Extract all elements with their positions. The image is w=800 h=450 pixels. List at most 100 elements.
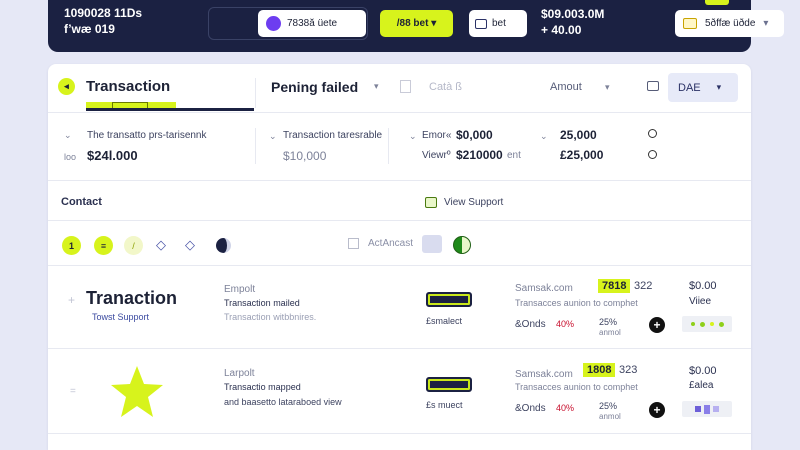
header-divider bbox=[48, 112, 751, 113]
row-thumbnail[interactable] bbox=[682, 401, 732, 417]
diamond-icon[interactable]: ◇ bbox=[156, 237, 166, 253]
row-status-text: £smalect bbox=[426, 316, 463, 326]
row-status-text: £s muect bbox=[426, 400, 463, 410]
toggle-icon[interactable] bbox=[453, 236, 471, 254]
row-merchant-desc: Transacces aunion to comphet bbox=[515, 382, 638, 392]
summary-divider bbox=[255, 128, 256, 164]
row-divider bbox=[48, 348, 751, 349]
row-meta-3: Transaction witbbnires. bbox=[224, 312, 317, 322]
row-title: Tranaction bbox=[86, 288, 178, 308]
chevron-down-icon: ⌄ bbox=[269, 131, 277, 141]
row-merchant[interactable]: Samsak.com bbox=[515, 283, 573, 294]
row-percent: 40% bbox=[556, 319, 575, 329]
row-small-desc: anmol bbox=[599, 328, 621, 337]
dot-icon bbox=[718, 321, 724, 327]
row-subtitle[interactable]: Towst Support bbox=[92, 312, 149, 322]
balance-total: $09.003.0M bbox=[541, 7, 605, 21]
chevron-down-icon: ▾ bbox=[716, 82, 722, 92]
toolbar-icon-number[interactable]: 1 bbox=[62, 236, 81, 255]
tab-active-underline bbox=[86, 108, 254, 111]
toolbar-divider bbox=[48, 265, 751, 266]
tab-pending-failed[interactable]: Pening failed bbox=[271, 79, 358, 95]
view-support-link[interactable]: View Support bbox=[444, 197, 503, 208]
diamond-icon[interactable]: ◇ bbox=[185, 237, 195, 253]
wallet-selector-label: 5ðffæ üðde bbox=[705, 18, 756, 29]
chat-icon[interactable] bbox=[647, 81, 659, 91]
theme-icon[interactable] bbox=[216, 238, 231, 253]
contact-heading: Contact bbox=[61, 196, 102, 208]
balance-display: $09.003.0M + 40.00 bbox=[541, 6, 604, 38]
dot-icon bbox=[690, 322, 695, 326]
chevron-down-icon: ⌄ bbox=[64, 130, 72, 140]
bet-dropdown[interactable]: bet bbox=[469, 10, 527, 37]
row-percent-label: &Onds bbox=[515, 319, 546, 330]
row-price-label: £alea bbox=[689, 380, 714, 391]
summary-prefix: loo bbox=[64, 152, 77, 162]
summary-value-3a: $0,000 bbox=[456, 128, 493, 142]
card-icon bbox=[475, 18, 487, 29]
account-summary: 1090028 11Ds f’wæ 019 bbox=[64, 5, 142, 37]
wallet-selector[interactable]: 5ðffæ üðde ▾ bbox=[675, 10, 784, 37]
currency-select-value: DAE bbox=[678, 81, 701, 94]
summary-value-4a: 25,000 bbox=[560, 128, 597, 142]
clock-icon bbox=[648, 150, 657, 159]
add-icon[interactable]: + bbox=[649, 402, 665, 418]
account-pill-label: 7838ă üete bbox=[287, 18, 338, 29]
square-icon bbox=[704, 404, 710, 414]
summary-label-1: The transatto prs-tarisennk bbox=[87, 130, 207, 141]
tab-transaction[interactable]: Transaction bbox=[86, 78, 170, 95]
summary-divider-bottom bbox=[48, 180, 751, 181]
list-icon[interactable]: ≡ bbox=[94, 236, 113, 255]
chevron-down-icon[interactable]: ▾ bbox=[605, 82, 610, 93]
row-meta-1: Larpolt bbox=[224, 368, 255, 379]
row-meta-1: Empolt bbox=[224, 284, 256, 295]
summary-label-3b: Viewrº bbox=[422, 150, 451, 161]
edit-icon[interactable]: / bbox=[124, 236, 143, 255]
action-text[interactable]: ActAncast bbox=[368, 238, 413, 249]
support-icon bbox=[425, 197, 437, 208]
square-icon bbox=[695, 406, 701, 412]
row-code-tail: 322 bbox=[634, 280, 653, 292]
wallet-icon bbox=[683, 18, 697, 29]
row-percent-label: &Onds bbox=[515, 403, 546, 414]
dot-icon bbox=[699, 321, 705, 327]
tab-amount[interactable]: Amout bbox=[550, 81, 582, 93]
row-meta-2: Transactio mapped bbox=[224, 382, 301, 392]
square-icon bbox=[713, 406, 719, 412]
account-sub: f’wæ 019 bbox=[64, 22, 115, 36]
chevron-down-icon: ⌄ bbox=[540, 131, 548, 141]
row-thumbnail[interactable] bbox=[682, 316, 732, 332]
row-merchant[interactable]: Samsak.com bbox=[515, 369, 573, 380]
row-add-icon[interactable]: + bbox=[68, 293, 75, 307]
row-drag-icon[interactable]: = bbox=[70, 386, 76, 397]
add-icon[interactable]: + bbox=[649, 317, 665, 333]
checkbox-icon[interactable] bbox=[348, 238, 359, 249]
bet-button[interactable]: /88 bet ▾ bbox=[380, 10, 453, 37]
tab-divider bbox=[255, 78, 256, 108]
account-pill[interactable]: 7838ă üete bbox=[258, 10, 366, 37]
bet-dropdown-label: bet bbox=[492, 18, 506, 29]
image-icon[interactable] bbox=[422, 235, 442, 253]
row-code-chip: 7818 bbox=[598, 279, 631, 293]
chevron-down-icon: ⌄ bbox=[409, 131, 417, 141]
row-merchant-desc: Transacces aunion to comphet bbox=[515, 298, 638, 308]
clock-icon bbox=[648, 129, 657, 138]
top-bar: 1090028 11Ds f’wæ 019 7838ă üete /88 bet… bbox=[48, 0, 784, 52]
chevron-down-icon[interactable]: ▾ bbox=[374, 81, 379, 92]
row-code-tail: 323 bbox=[619, 364, 638, 376]
currency-select[interactable]: DAE ▾ bbox=[668, 73, 738, 102]
row-price-label: Viiee bbox=[689, 296, 712, 307]
row-meta-2: Transaction mailed bbox=[224, 298, 300, 308]
summary-label-2: Transaction taresrable bbox=[283, 130, 383, 141]
row-small-pct: 25% bbox=[599, 317, 618, 327]
summary-divider bbox=[388, 128, 389, 164]
transactions-panel: ◂ Transaction Pening failed ▾ Catà ß Amo… bbox=[48, 64, 751, 450]
tab-cat[interactable]: Catà ß bbox=[429, 81, 462, 93]
summary-value-2: $10,000 bbox=[283, 149, 327, 163]
row-meta-3: and baasetto lataraboed view bbox=[224, 397, 342, 407]
row-status-tag bbox=[426, 377, 472, 392]
contact-divider bbox=[48, 220, 751, 221]
row-price: $0.00 bbox=[689, 365, 717, 377]
summary-value-4b: £25,000 bbox=[560, 148, 604, 162]
row-small-pct: 25% bbox=[599, 401, 618, 411]
